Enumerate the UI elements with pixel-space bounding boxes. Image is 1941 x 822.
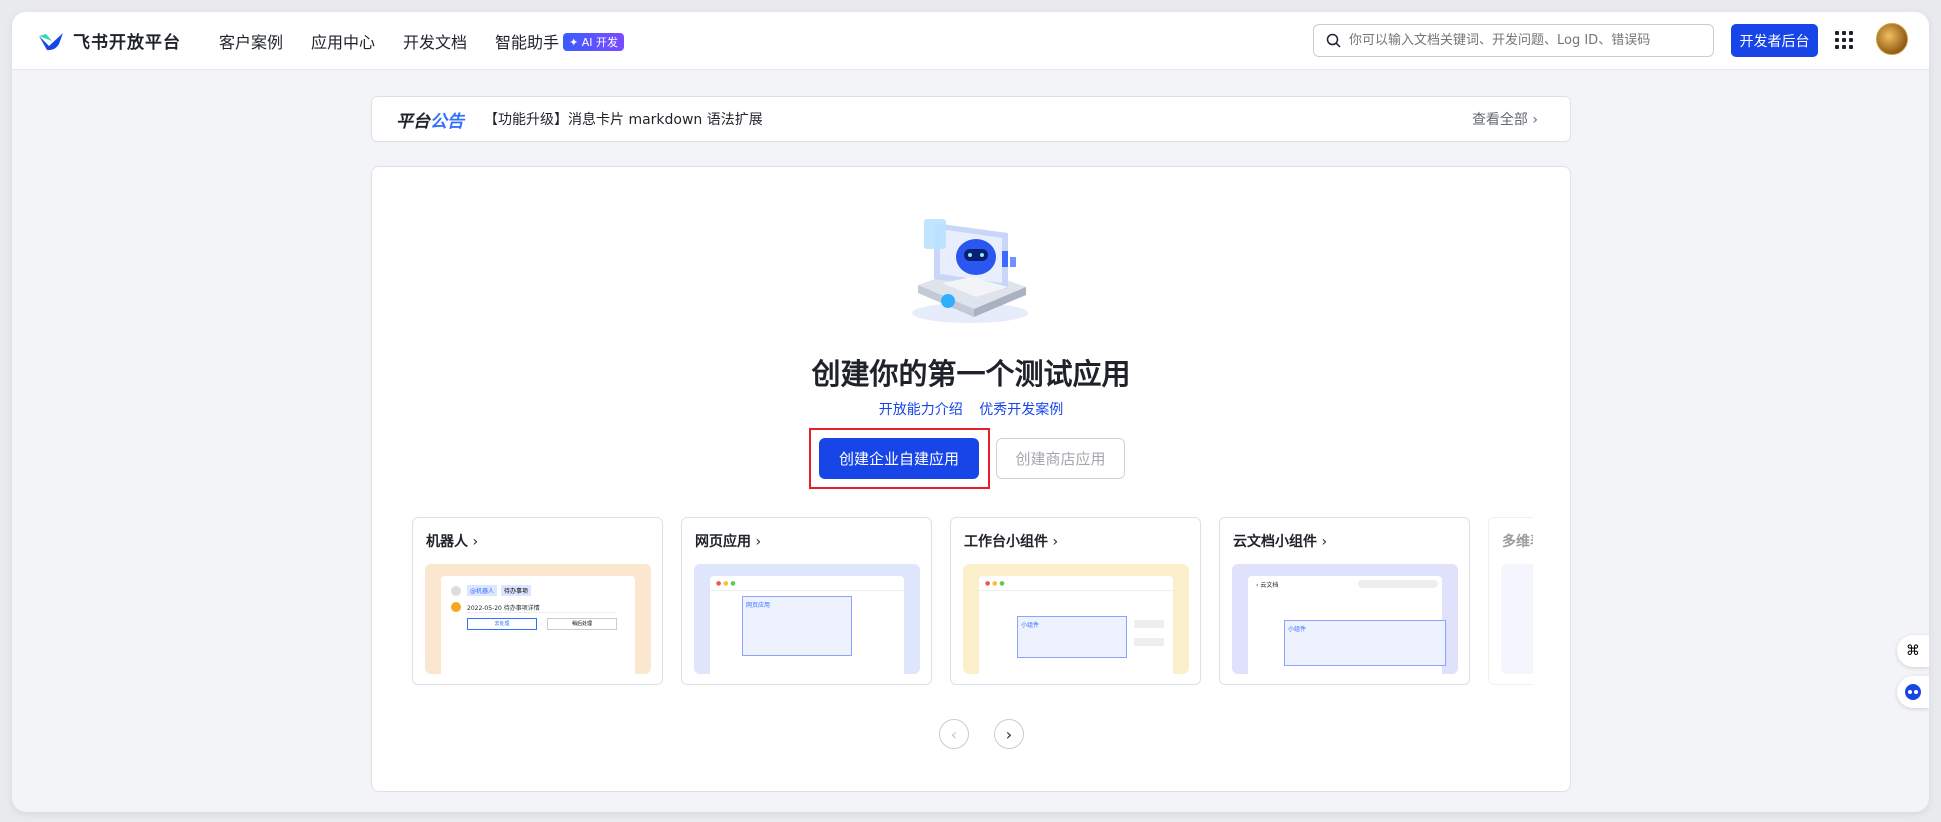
robot-laptop-illustration: [912, 219, 1028, 323]
announcement-title-part1: 平台: [396, 111, 430, 132]
card-title: 工作台小组件: [964, 531, 1058, 551]
card-bitable[interactable]: 多维表格: [1488, 517, 1533, 685]
card-doc-widget[interactable]: 云文档小组件 ‹ 云文档 小组件: [1219, 517, 1470, 685]
app-window: 飞书开放平台 客户案例 应用中心 开发文档 智能助手✦ AI 开发 开发者后台 …: [12, 12, 1929, 812]
widget-preview-window: ● ● ● 小组件: [979, 576, 1173, 674]
announcement-title: 平台公告: [396, 107, 464, 132]
nav-item-customer-cases[interactable]: 客户案例: [219, 29, 283, 53]
carousel-next-button[interactable]: ›: [994, 719, 1024, 749]
main-nav: 客户案例 应用中心 开发文档 智能助手 ✦ AI 开发: [219, 12, 625, 70]
search-box[interactable]: [1313, 24, 1714, 57]
bot-tag-2: 待办事项: [501, 585, 532, 596]
feishu-logo-icon: [39, 32, 63, 50]
web-app-label: 网页应用: [746, 602, 771, 609]
app-grid-icon[interactable]: [1835, 31, 1853, 49]
page-title: 创建你的第一个测试应用: [811, 357, 1131, 391]
create-app-panel: 创建你的第一个测试应用 开放能力介绍 优秀开发案例 创建企业自建应用 创建商店应…: [371, 166, 1571, 792]
card-preview: ● ● ● 小组件: [963, 564, 1189, 674]
app-type-carousel: 机器人 @机器人 待办事项 2022-05-20 待办事项详情 去处理 稍后处理: [412, 517, 1533, 687]
developer-console-button[interactable]: 开发者后台: [1731, 24, 1818, 57]
announcement-text[interactable]: 【功能升级】消息卡片 markdown 语法扩展: [484, 109, 763, 129]
card-preview: ‹ 云文档 小组件: [1232, 564, 1458, 674]
bot-preview-window: @机器人 待办事项 2022-05-20 待办事项详情 去处理 稍后处理: [441, 576, 635, 674]
web-preview-window: ● ● ● 网页应用: [710, 576, 904, 674]
search-icon: [1326, 33, 1341, 48]
bot-tag: @机器人: [467, 585, 498, 596]
open-capability-link[interactable]: 开放能力介绍: [879, 402, 963, 418]
top-navigation-bar: 飞书开放平台 客户案例 应用中心 开发文档 智能助手✦ AI 开发 开发者后台: [12, 12, 1929, 70]
announcement-title-part2: 公告: [430, 111, 464, 132]
card-title: 网页应用: [695, 531, 761, 551]
avatar[interactable]: [1876, 23, 1908, 55]
card-workbench-widget[interactable]: 工作台小组件 ● ● ● 小组件: [950, 517, 1201, 685]
card-web-app[interactable]: 网页应用 ● ● ● 网页应用: [681, 517, 932, 685]
dev-cases-link[interactable]: 优秀开发案例: [979, 402, 1063, 418]
view-all-link[interactable]: 查看全部 ›: [1472, 109, 1538, 129]
doc-label: 云文档: [1260, 582, 1279, 589]
bot-line: 2022-05-20 待办事项详情: [467, 605, 540, 612]
nav-item-dev-docs[interactable]: 开发文档: [403, 29, 467, 53]
nav-item-app-center[interactable]: 应用中心: [311, 29, 375, 53]
nav-item-assistant-label: 智能助手: [495, 33, 560, 52]
card-preview: @机器人 待办事项 2022-05-20 待办事项详情 去处理 稍后处理: [425, 564, 651, 674]
widget-label: 小组件: [1021, 622, 1040, 629]
doc-preview-window: ‹ 云文档 小组件: [1248, 576, 1446, 674]
card-preview: [1501, 564, 1533, 674]
intro-links: 开放能力介绍 优秀开发案例: [372, 399, 1570, 419]
bot-btn-1: 去处理: [467, 618, 537, 630]
announcement-bar: 平台公告 【功能升级】消息卡片 markdown 语法扩展 查看全部 ›: [371, 96, 1571, 142]
card-title: 多维表格: [1502, 531, 1533, 551]
ai-assistant-icon[interactable]: [1897, 676, 1929, 708]
carousel-prev-button[interactable]: ‹: [939, 719, 969, 749]
create-custom-app-button[interactable]: 创建企业自建应用: [819, 438, 979, 479]
bot-btn-2: 稍后处理: [547, 618, 617, 630]
card-preview: ● ● ● 网页应用: [694, 564, 920, 674]
ai-badge: ✦ AI 开发: [563, 33, 625, 51]
create-store-app-button[interactable]: 创建商店应用: [996, 438, 1125, 479]
shortcut-icon[interactable]: ⌘: [1897, 635, 1929, 667]
nav-item-assistant[interactable]: 智能助手 ✦ AI 开发: [495, 29, 625, 53]
card-title: 机器人: [426, 531, 478, 551]
doc-widget-label: 小组件: [1288, 626, 1307, 633]
card-bot[interactable]: 机器人 @机器人 待办事项 2022-05-20 待办事项详情 去处理 稍后处理: [412, 517, 663, 685]
card-title: 云文档小组件: [1233, 531, 1327, 551]
search-input[interactable]: [1349, 33, 1689, 48]
logo-text: 飞书开放平台: [73, 33, 181, 53]
feishu-logo[interactable]: 飞书开放平台: [37, 28, 181, 53]
